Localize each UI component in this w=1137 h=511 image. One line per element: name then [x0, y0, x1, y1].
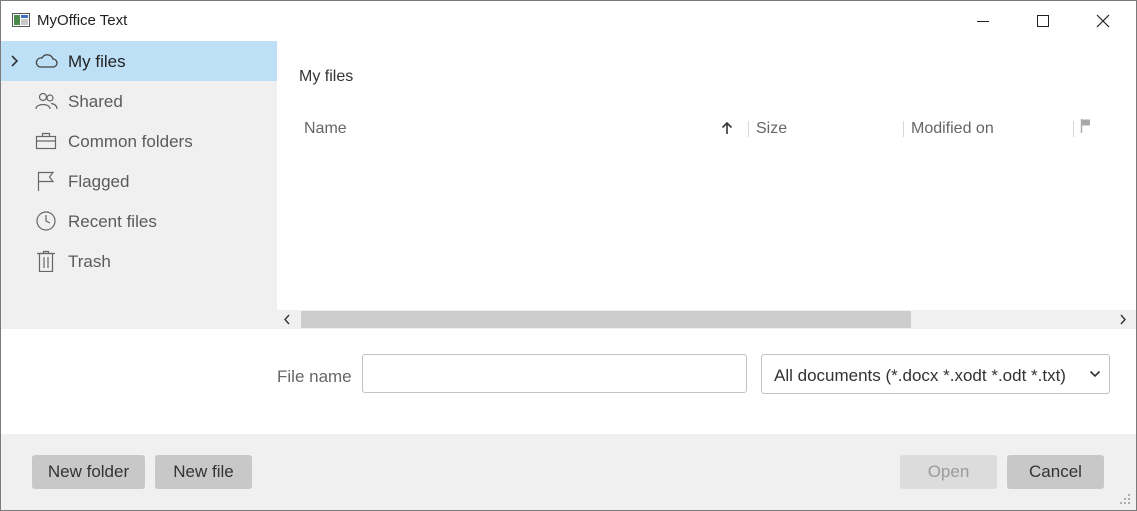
file-name-label: File name — [277, 367, 352, 386]
file-list-pane: My files Name Size Modified on — [277, 41, 1136, 329]
sidebar-item-my-files[interactable]: My files — [1, 41, 277, 81]
column-separator[interactable] — [1073, 121, 1074, 137]
dialog-footer: New folder New file Open Cancel — [1, 434, 1136, 510]
window-title: MyOffice Text — [37, 12, 128, 29]
column-header-modified[interactable]: Modified on — [911, 120, 994, 138]
sidebar-item-shared[interactable]: Shared — [1, 81, 277, 121]
chevron-down-icon — [1089, 370, 1101, 378]
flag-column-icon[interactable] — [1080, 118, 1092, 134]
sidebar: My files Shared Common folders Flagged R… — [1, 41, 277, 329]
scroll-right-icon[interactable] — [1119, 314, 1127, 325]
sort-ascending-icon[interactable] — [721, 120, 733, 136]
file-type-select[interactable]: All documents (*.docx *.xodt *.odt *.txt… — [761, 354, 1110, 394]
column-separator[interactable] — [748, 121, 749, 137]
scroll-left-icon[interactable] — [283, 314, 291, 325]
maximize-icon — [1037, 15, 1049, 27]
users-icon — [35, 92, 58, 110]
column-separator[interactable] — [903, 121, 904, 137]
file-name-input[interactable] — [362, 354, 747, 393]
sidebar-item-common-folders[interactable]: Common folders — [1, 121, 277, 161]
chevron-right-icon[interactable] — [10, 54, 20, 68]
title-bar[interactable]: MyOffice Text — [1, 1, 1136, 41]
briefcase-icon — [35, 132, 57, 150]
sidebar-item-trash[interactable]: Trash — [1, 241, 277, 281]
sidebar-item-label: Shared — [68, 92, 123, 111]
sidebar-item-recent-files[interactable]: Recent files — [1, 201, 277, 241]
clock-icon — [36, 211, 56, 231]
sidebar-item-label: My files — [68, 52, 126, 71]
file-dialog-window: MyOffice Text My files Shared Common fol… — [0, 0, 1137, 511]
close-icon — [1096, 14, 1110, 28]
maximize-button[interactable] — [1014, 1, 1074, 41]
resize-grip-icon[interactable] — [1119, 493, 1131, 505]
minimize-button[interactable] — [954, 1, 1014, 41]
sidebar-item-label: Common folders — [68, 132, 193, 151]
trash-icon — [37, 250, 55, 272]
app-icon — [12, 13, 30, 27]
close-button[interactable] — [1074, 1, 1134, 41]
new-file-button[interactable]: New file — [155, 455, 252, 489]
cloud-icon — [35, 54, 58, 68]
flag-icon — [37, 171, 55, 191]
sidebar-item-label: Flagged — [68, 172, 130, 191]
cancel-button[interactable]: Cancel — [1007, 455, 1104, 489]
sidebar-item-label: Trash — [68, 252, 111, 271]
minimize-icon — [977, 21, 989, 22]
breadcrumb[interactable]: My files — [299, 68, 353, 86]
open-button[interactable]: Open — [900, 455, 997, 489]
sidebar-item-label: Recent files — [68, 212, 157, 231]
scrollbar-thumb[interactable] — [301, 311, 911, 328]
new-folder-button[interactable]: New folder — [32, 455, 145, 489]
file-type-selected-value: All documents (*.docx *.xodt *.odt *.txt… — [774, 366, 1066, 385]
horizontal-scrollbar[interactable] — [277, 310, 1136, 329]
sidebar-item-flagged[interactable]: Flagged — [1, 161, 277, 201]
column-header-name[interactable]: Name — [304, 120, 347, 138]
column-header-size[interactable]: Size — [756, 120, 787, 138]
